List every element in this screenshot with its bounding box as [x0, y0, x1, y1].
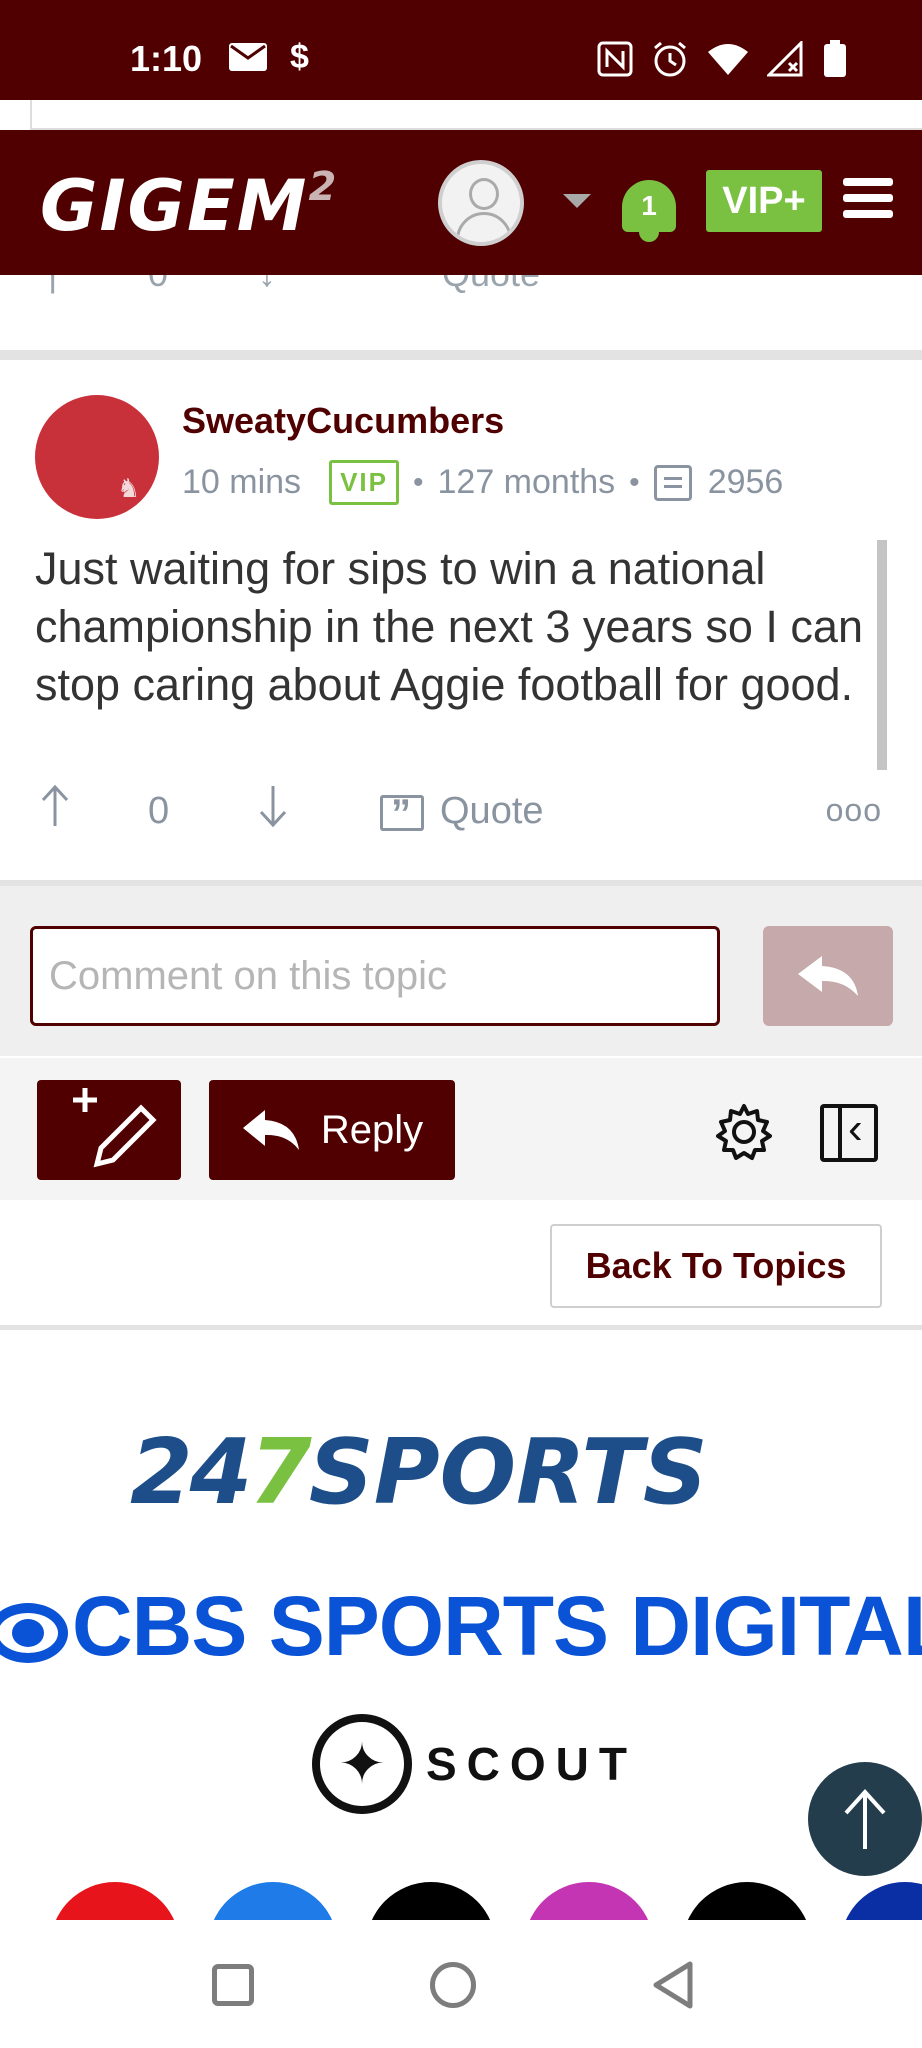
separator-dot: • — [629, 465, 640, 499]
team-logo[interactable] — [524, 1882, 654, 1922]
scout-logo[interactable]: ✦ SCOUT — [312, 1714, 637, 1814]
arrow-up-icon — [844, 1789, 886, 1849]
recents-icon[interactable] — [212, 1964, 254, 2006]
compose-icon — [73, 1088, 157, 1168]
scroll-to-top-button[interactable] — [808, 1762, 922, 1876]
post-time: 10 mins — [182, 463, 302, 501]
post-actions: 0 Quote ooo — [0, 780, 922, 840]
cbs-eye-icon — [0, 1602, 68, 1663]
post-username[interactable]: SweatyCucumbers — [182, 400, 504, 442]
status-bar: 1:10 $ — [0, 0, 922, 100]
post-score: 0 — [148, 790, 170, 832]
new-post-button[interactable] — [37, 1080, 181, 1180]
upvote-icon[interactable] — [40, 784, 70, 828]
post-author-avatar[interactable]: ♞ — [35, 395, 159, 519]
247sports-logo[interactable]: 247SPORTS — [130, 1420, 708, 1525]
team-logo[interactable] — [682, 1882, 812, 1922]
downvote-icon[interactable]: ↓ — [258, 275, 276, 295]
cbs-sports-digital-logo[interactable]: CBS SPORTS DIGITAL — [0, 1578, 922, 1675]
post-divider — [0, 350, 922, 360]
collapse-panel-icon[interactable] — [820, 1104, 878, 1162]
menu-icon[interactable] — [843, 178, 893, 226]
post-body: Just waiting for sips to win a national … — [35, 543, 863, 710]
alarm-icon — [654, 41, 686, 77]
scout-star-icon: ✦ — [312, 1714, 412, 1814]
previous-post-edge — [0, 100, 922, 130]
reply-button[interactable]: Reply — [209, 1080, 455, 1180]
quote-icon — [380, 792, 424, 837]
nfc-icon — [597, 41, 633, 77]
notification-count: 1 — [641, 190, 657, 221]
vip-badge: VIP — [329, 460, 399, 505]
downvote-icon[interactable] — [258, 784, 288, 828]
signal-icon — [767, 41, 803, 77]
notification-bell-icon[interactable]: 1 — [620, 180, 678, 242]
wifi-icon — [708, 44, 748, 75]
chevron-down-icon[interactable] — [563, 194, 591, 208]
battery-icon — [824, 40, 846, 77]
previous-quote-label[interactable]: Quote — [442, 275, 540, 295]
team-logo[interactable] — [840, 1882, 922, 1922]
comment-input[interactable] — [30, 926, 720, 1026]
more-options-icon[interactable]: ooo — [826, 792, 882, 829]
member-tenure: 127 months — [437, 463, 616, 501]
comment-icon — [653, 464, 692, 501]
back-row: Back To Topics — [0, 1200, 922, 1330]
back-to-topics-button[interactable]: Back To Topics — [550, 1224, 882, 1308]
mail-icon — [229, 43, 267, 71]
team-logo[interactable] — [366, 1882, 496, 1922]
dollar-icon: $ — [290, 38, 309, 76]
gear-icon[interactable] — [714, 1102, 774, 1162]
upvote-icon[interactable]: | — [48, 275, 57, 295]
home-icon[interactable] — [430, 1962, 476, 2008]
vip-plus-button[interactable]: VIP+ — [706, 170, 822, 232]
reply-arrow-icon — [242, 1110, 299, 1150]
scrollbar[interactable] — [877, 540, 887, 770]
post-meta: 10 mins VIP • 127 months • 2956 — [182, 460, 783, 505]
comment-composer — [0, 886, 922, 1056]
site-header: GIGEM2 1 VIP+ — [0, 130, 922, 275]
reply-label: Reply — [320, 1107, 424, 1152]
topic-toolbar: Reply — [0, 1058, 922, 1200]
post-count: 2956 — [707, 463, 784, 501]
reply-arrow-icon — [798, 956, 858, 996]
previous-score: 0 — [148, 275, 168, 295]
status-time: 1:10 — [130, 38, 203, 79]
user-avatar[interactable] — [438, 160, 524, 246]
separator-dot: • — [412, 465, 424, 499]
system-nav-bar — [0, 1920, 922, 2048]
back-icon[interactable] — [650, 1960, 696, 2010]
team-logo-row — [0, 1882, 922, 1922]
previous-post-actions: | 0 ↓ Quote — [0, 275, 922, 325]
quote-button[interactable]: Quote — [380, 790, 544, 837]
gigem-logo[interactable]: GIGEM2 — [40, 164, 336, 247]
team-logo[interactable] — [50, 1882, 180, 1922]
team-logo[interactable] — [208, 1882, 338, 1922]
send-comment-button[interactable] — [763, 926, 893, 1026]
